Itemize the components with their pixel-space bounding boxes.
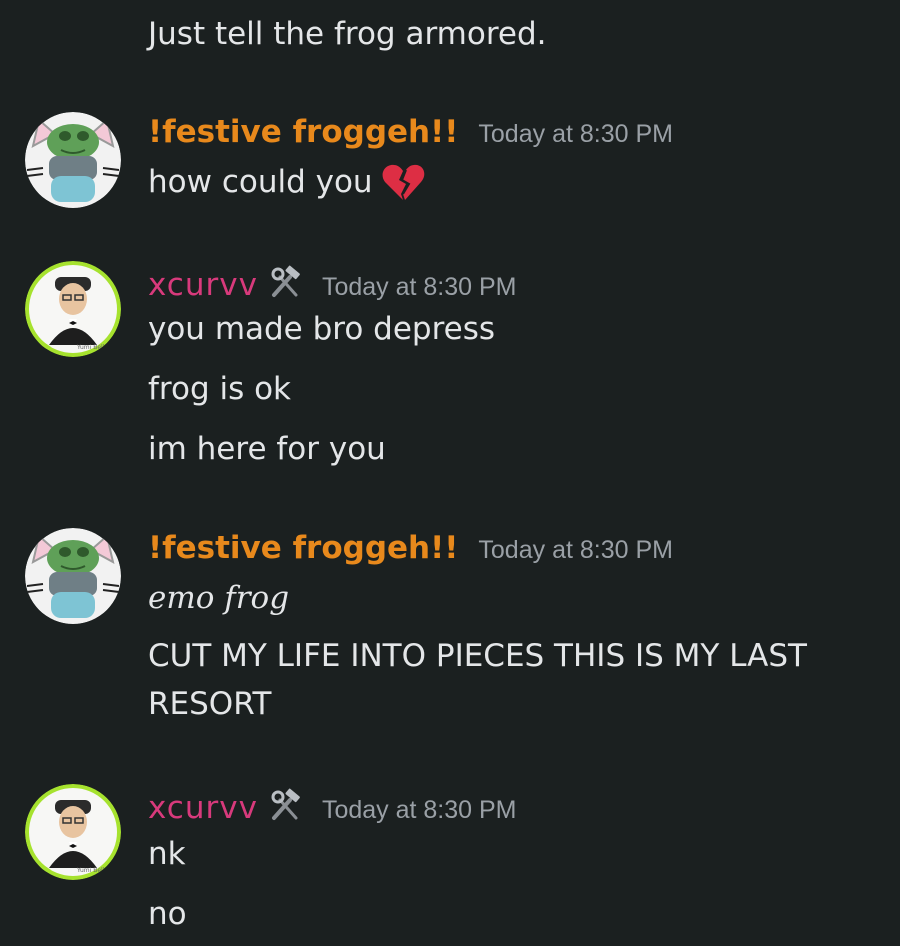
xcurvv-avatar[interactable]: Yumi Bell bbox=[25, 784, 121, 880]
message-header: xcurvv Today at 8:30 PM bbox=[148, 261, 517, 305]
frog-avatar-image bbox=[25, 112, 121, 208]
message-text[interactable]: frog is ok bbox=[148, 369, 291, 409]
timestamp[interactable]: Today at 8:30 PM bbox=[478, 120, 673, 149]
username[interactable]: xcurvv bbox=[148, 788, 258, 828]
message-text[interactable]: you made bro depress bbox=[148, 309, 495, 349]
message-text[interactable]: RESORT bbox=[148, 684, 271, 724]
avatar-badge-label: Yumi Bell bbox=[76, 867, 105, 874]
avatar-badge-label: Yumi Bell bbox=[76, 344, 105, 351]
hammer-wrench-icon[interactable] bbox=[268, 265, 302, 299]
frog-avatar-image bbox=[25, 528, 121, 624]
message-text[interactable]: emo frog bbox=[148, 578, 289, 618]
timestamp[interactable]: Today at 8:30 PM bbox=[478, 536, 673, 565]
message-text[interactable]: im here for you bbox=[148, 429, 386, 469]
xcurvv-avatar-image: Yumi Bell bbox=[25, 261, 121, 357]
username[interactable]: !festive froggeh!! bbox=[148, 112, 458, 152]
xcurvv-avatar-image: Yumi Bell bbox=[25, 784, 121, 880]
timestamp[interactable]: Today at 8:30 PM bbox=[322, 796, 517, 825]
broken-heart-icon[interactable] bbox=[381, 162, 425, 202]
xcurvv-avatar[interactable]: Yumi Bell bbox=[25, 261, 121, 357]
frog-avatar[interactable] bbox=[25, 112, 121, 208]
message-header: !festive froggeh!! Today at 8:30 PM bbox=[148, 528, 673, 568]
message-text[interactable]: nk bbox=[148, 834, 186, 874]
message-header: xcurvv Today at 8:30 PM bbox=[148, 784, 517, 828]
username[interactable]: !festive froggeh!! bbox=[148, 528, 458, 568]
frog-avatar[interactable] bbox=[25, 528, 121, 624]
message-text[interactable]: CUT MY LIFE INTO PIECES THIS IS MY LAST bbox=[148, 636, 807, 676]
message-text[interactable]: no bbox=[148, 894, 187, 934]
message-header: !festive froggeh!! Today at 8:30 PM bbox=[148, 112, 673, 152]
hammer-wrench-icon[interactable] bbox=[268, 788, 302, 822]
username[interactable]: xcurvv bbox=[148, 265, 258, 305]
message-text[interactable]: how could you bbox=[148, 162, 425, 204]
message-line: how could you bbox=[148, 164, 373, 200]
chat-message-list: Just tell the frog armored. !festive fro… bbox=[0, 0, 900, 946]
message-text[interactable]: Just tell the frog armored. bbox=[148, 14, 547, 54]
timestamp[interactable]: Today at 8:30 PM bbox=[322, 273, 517, 302]
